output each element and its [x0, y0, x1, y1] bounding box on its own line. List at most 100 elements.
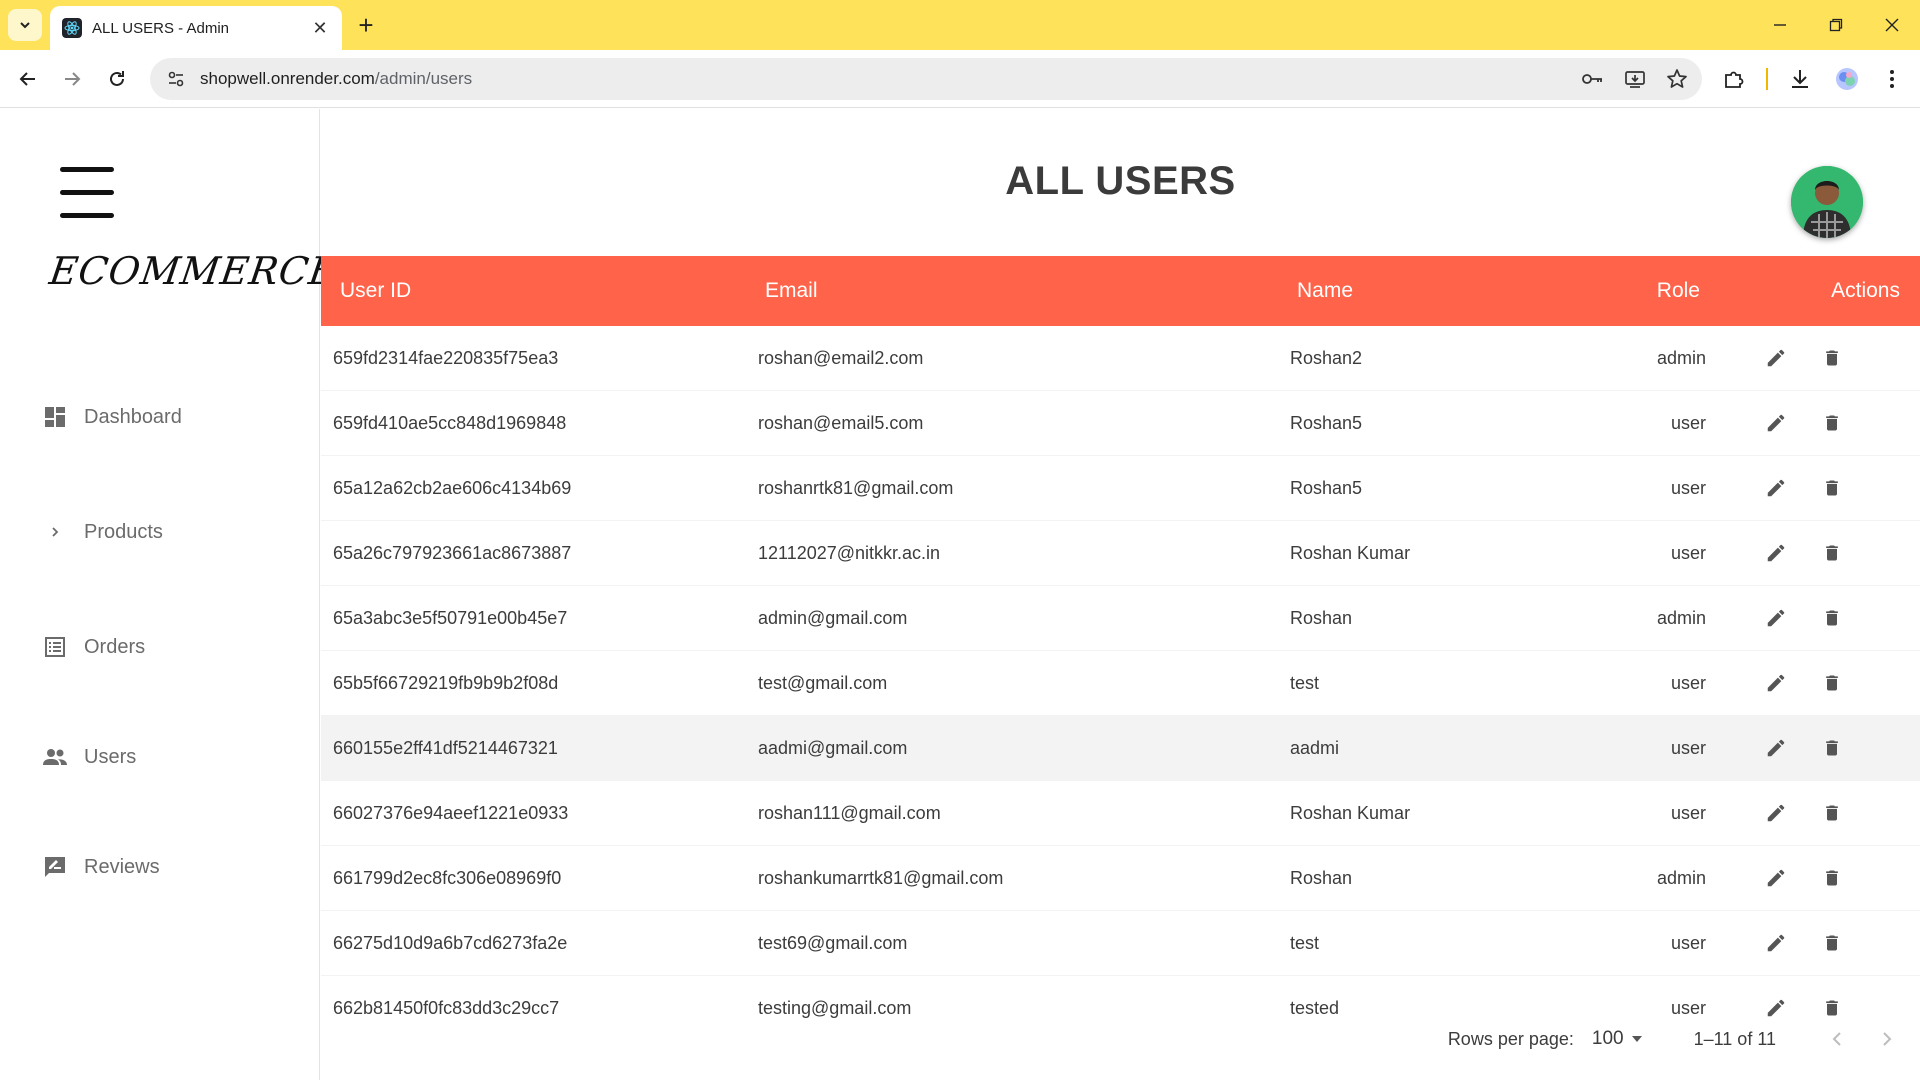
previous-page-button[interactable]: [1820, 1022, 1854, 1056]
cell-name: test: [1290, 672, 1320, 693]
cell-actions: [1718, 735, 1920, 761]
delete-icon[interactable]: [1819, 865, 1845, 891]
column-header-email[interactable]: Email: [746, 279, 1278, 303]
edit-icon[interactable]: [1763, 540, 1789, 566]
table-row[interactable]: 65b5f66729219fb9b9b2f08d test@gmail.com te…: [321, 651, 1920, 716]
new-tab-button[interactable]: +: [352, 11, 380, 39]
downloads-button[interactable]: [1788, 63, 1812, 95]
table-row[interactable]: 660155e2ff41df5214467321 aadmi@gmail.com a…: [321, 716, 1920, 781]
table-row[interactable]: 65a12a62cb2ae606c4134b69 roshanrtk81@gmai…: [321, 456, 1920, 521]
profile-button[interactable]: [1834, 63, 1860, 95]
browser-menu-button[interactable]: [1880, 63, 1904, 95]
back-button[interactable]: [12, 63, 44, 95]
cell-role: user: [1670, 932, 1706, 953]
install-app-icon[interactable]: [1624, 69, 1646, 89]
cell-email: roshankumarrtk81@gmail.com: [758, 867, 1004, 888]
cell-name: Roshan: [1290, 867, 1353, 888]
edit-icon[interactable]: [1763, 930, 1789, 956]
sidebar-item-label: Dashboard: [84, 405, 182, 428]
cell-name: Roshan: [1290, 607, 1353, 628]
forward-button[interactable]: [56, 63, 88, 95]
column-header-name[interactable]: Name: [1278, 279, 1578, 303]
tab-search-button[interactable]: [8, 9, 42, 41]
more-vert-icon: [1890, 70, 1894, 88]
dropdown-arrow-icon: [1631, 1036, 1642, 1042]
edit-icon[interactable]: [1763, 800, 1789, 826]
table-row[interactable]: 659fd410ae5cc848d1969848 roshan@email5.co…: [321, 391, 1920, 456]
cell-actions: [1718, 670, 1920, 696]
bookmark-star-icon[interactable]: [1666, 68, 1688, 90]
delete-icon[interactable]: [1819, 605, 1845, 631]
close-window-button[interactable]: [1864, 0, 1920, 50]
react-logo-icon: [62, 18, 82, 38]
edit-icon[interactable]: [1763, 670, 1789, 696]
table-row[interactable]: 65a26c797923661ac8673887 12112027@nitkkr.…: [321, 521, 1920, 586]
cell-email: aadmi@gmail.com: [758, 737, 908, 758]
extensions-button[interactable]: [1722, 63, 1746, 95]
cell-name: Roshan5: [1290, 412, 1363, 433]
cell-user-id: 659fd2314fae220835f75ea3: [333, 347, 559, 368]
user-avatar[interactable]: [1791, 166, 1863, 238]
delete-icon[interactable]: [1819, 735, 1845, 761]
toolbar-divider: [1766, 68, 1768, 90]
rows-per-page-label: Rows per page:: [1447, 1028, 1574, 1049]
table-row[interactable]: 65a3abc3e5f50791e00b45e7 admin@gmail.com R…: [321, 586, 1920, 651]
edit-icon[interactable]: [1763, 605, 1789, 631]
column-header-role[interactable]: Role: [1578, 279, 1718, 303]
column-header-user-id[interactable]: User ID: [321, 279, 746, 303]
sidebar-item-users[interactable]: Users: [40, 737, 136, 777]
next-page-button[interactable]: [1870, 1022, 1904, 1056]
table-row[interactable]: 66027376e94aeef1221e0933 roshan111@gmail.…: [321, 781, 1920, 846]
delete-icon[interactable]: [1819, 410, 1845, 436]
cell-user-id: 65a12a62cb2ae606c4134b69: [333, 477, 572, 498]
cell-user-id: 66027376e94aeef1221e0933: [333, 802, 569, 823]
cell-email: roshan111@gmail.com: [758, 802, 941, 823]
edit-icon[interactable]: [1763, 475, 1789, 501]
browser-tab-active[interactable]: ALL USERS - Admin ✕: [50, 6, 342, 50]
cell-email: test69@gmail.com: [758, 932, 908, 953]
people-icon: [40, 742, 70, 772]
sidebar-item-products[interactable]: Products: [40, 512, 163, 552]
table-row[interactable]: 659fd2314fae220835f75ea3 roshan@email2.co…: [321, 326, 1920, 391]
edit-icon[interactable]: [1763, 735, 1789, 761]
delete-icon[interactable]: [1819, 995, 1845, 1018]
sidebar-item-orders[interactable]: Orders: [40, 627, 145, 667]
edit-icon[interactable]: [1763, 995, 1789, 1018]
sidebar-item-reviews[interactable]: Reviews: [40, 847, 160, 887]
delete-icon[interactable]: [1819, 670, 1845, 696]
chevron-right-icon[interactable]: [40, 517, 70, 547]
rows-per-page-select[interactable]: 100: [1592, 1028, 1644, 1050]
cell-actions: [1718, 800, 1920, 826]
edit-icon[interactable]: [1763, 345, 1789, 371]
table-row[interactable]: 661799d2ec8fc306e08969f0 roshankumarrtk81…: [321, 846, 1920, 911]
cell-user-id: 66275d10d9a6b7cd6273fa2e: [333, 932, 568, 953]
cell-name: Roshan Kumar: [1290, 802, 1411, 823]
cell-role: user: [1670, 802, 1706, 823]
edit-icon[interactable]: [1763, 410, 1789, 436]
column-header-actions: Actions: [1831, 279, 1900, 302]
delete-icon[interactable]: [1819, 540, 1845, 566]
cell-email: testing@gmail.com: [758, 997, 912, 1018]
table-pagination: Rows per page: 100 1–11 of 11: [321, 1019, 1920, 1059]
tab-close-icon[interactable]: ✕: [310, 18, 330, 38]
cell-role: user: [1670, 672, 1706, 693]
cell-user-id: 65a3abc3e5f50791e00b45e7: [333, 607, 568, 628]
hamburger-menu-icon[interactable]: [60, 167, 114, 218]
site-settings-icon[interactable]: [166, 69, 186, 89]
brand-logo[interactable]: ECOMMERCE.: [47, 249, 354, 293]
reload-button[interactable]: [101, 63, 133, 95]
restore-button[interactable]: [1808, 0, 1864, 50]
delete-icon[interactable]: [1819, 800, 1845, 826]
cell-role: admin: [1656, 607, 1706, 628]
table-row[interactable]: 662b81450f0fc83dd3c29cc7 testing@gmail.co…: [321, 976, 1920, 1018]
delete-icon[interactable]: [1819, 475, 1845, 501]
password-key-icon[interactable]: [1580, 69, 1604, 89]
delete-icon[interactable]: [1819, 930, 1845, 956]
delete-icon[interactable]: [1819, 345, 1845, 371]
table-row[interactable]: 66275d10d9a6b7cd6273fa2e test69@gmail.com…: [321, 911, 1920, 976]
edit-icon[interactable]: [1763, 865, 1789, 891]
chevron-left-icon: [1832, 1032, 1841, 1046]
minimize-button[interactable]: [1752, 0, 1808, 50]
address-bar[interactable]: shopwell.onrender.com/admin/users: [150, 58, 1702, 100]
sidebar-item-dashboard[interactable]: Dashboard: [40, 397, 182, 437]
